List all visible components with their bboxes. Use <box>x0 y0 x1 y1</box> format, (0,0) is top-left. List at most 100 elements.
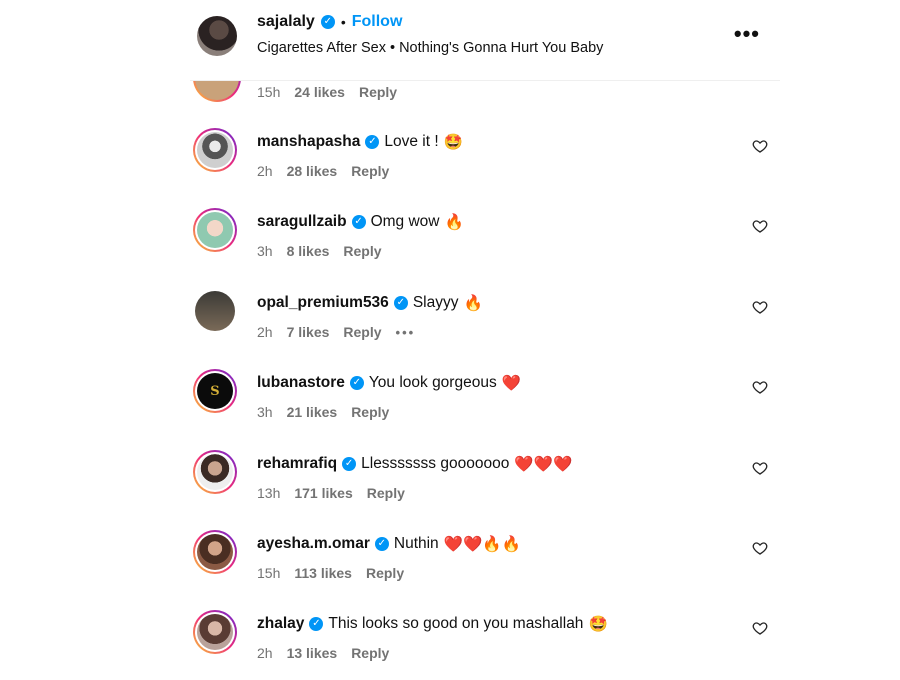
like-heart-icon[interactable] <box>752 460 768 476</box>
author-username[interactable]: sajalaly <box>257 13 315 31</box>
comment-meta: 3h 21 likes Reply <box>257 404 389 420</box>
comment-likes[interactable]: 7 likes <box>287 324 330 340</box>
comment-body: ayesha.m.omar ✓ Nuthin ❤️❤️🔥🔥 <box>257 535 521 553</box>
verified-badge-icon: ✓ <box>320 15 335 29</box>
avatar-image <box>197 534 233 570</box>
comment-time: 15h <box>257 565 281 581</box>
avatar-image <box>197 212 233 248</box>
verified-badge-icon: ✓ <box>374 537 389 551</box>
comment-likes[interactable]: 28 likes <box>287 163 338 179</box>
comment-body: rehamrafiq ✓ Llesssssss gooooooo ❤️❤️❤️ <box>257 455 572 473</box>
comment-likes[interactable]: 24 likes <box>294 84 345 100</box>
comment-item: manshapasha ✓ Love it ! 🤩 2h 28 likes Rep… <box>190 128 780 198</box>
comment-emoji: ❤️❤️🔥🔥 <box>443 535 521 553</box>
avatar-image: S <box>197 373 233 409</box>
comment-body: opal_premium536 ✓ Slayyy 🔥 <box>257 294 483 312</box>
comment-meta: 13h 171 likes Reply <box>257 485 405 501</box>
comment-meta: 2h 28 likes Reply <box>257 163 389 179</box>
reply-button[interactable]: Reply <box>351 645 389 661</box>
comment-text: Llesssssss gooooooo <box>361 455 510 472</box>
avatar-image <box>197 614 233 650</box>
reply-button[interactable]: Reply <box>343 243 381 259</box>
commenter-username[interactable]: opal_premium536 <box>257 294 389 312</box>
like-heart-icon[interactable] <box>752 218 768 234</box>
follow-button[interactable]: Follow <box>352 13 403 31</box>
commenter-username[interactable]: manshapasha <box>257 133 360 151</box>
post-header: sajalaly ✓ • Follow Cigarettes After Sex… <box>190 0 780 81</box>
avatar-monogram: S <box>210 383 220 399</box>
like-heart-icon[interactable] <box>752 540 768 556</box>
separator-dot: • <box>340 14 346 30</box>
comment-text: Omg wow <box>370 213 440 230</box>
more-options-icon[interactable]: ••• <box>734 23 760 45</box>
comment-emoji: 🤩 <box>443 133 463 151</box>
verified-badge-icon: ✓ <box>365 135 380 149</box>
like-heart-icon[interactable] <box>752 620 768 636</box>
reply-button[interactable]: Reply <box>351 404 389 420</box>
comment-options-icon[interactable]: ••• <box>396 325 416 340</box>
verified-badge-icon: ✓ <box>351 215 366 229</box>
comment-body: saragullzaib ✓ Omg wow 🔥 <box>257 213 464 231</box>
reply-button[interactable]: Reply <box>343 324 381 340</box>
author-avatar[interactable] <box>197 16 237 56</box>
comment-text: This looks so good on you mashallah <box>328 615 584 632</box>
commenter-username[interactable]: ayesha.m.omar <box>257 535 370 553</box>
comment-item: opal_premium536 ✓ Slayyy 🔥 2h 7 likes Rep… <box>190 289 780 359</box>
commenter-avatar[interactable] <box>193 450 237 494</box>
comment-likes[interactable]: 13 likes <box>287 645 338 661</box>
verified-badge-icon: ✓ <box>393 296 408 310</box>
comment-likes[interactable]: 171 likes <box>294 485 352 501</box>
comment-time: 2h <box>257 163 273 179</box>
comment-emoji: 🤩 <box>588 615 608 633</box>
verified-badge-icon: ✓ <box>342 457 357 471</box>
comment-text: You look gorgeous <box>368 374 497 391</box>
reply-button[interactable]: Reply <box>351 163 389 179</box>
comment-text: Love it ! <box>384 133 439 150</box>
verified-badge-icon: ✓ <box>349 376 364 390</box>
comment-item: zhalay ✓ This looks so good on you masha… <box>190 610 780 680</box>
comment-meta: 15h 24 likes Reply <box>257 84 397 100</box>
reply-button[interactable]: Reply <box>359 84 397 100</box>
avatar-image <box>197 454 233 490</box>
commenter-username[interactable]: saragullzaib <box>257 213 347 231</box>
commenter-avatar[interactable] <box>193 289 237 333</box>
commenter-username[interactable]: lubanastore <box>257 374 345 392</box>
commenter-avatar[interactable] <box>193 128 237 172</box>
comment-likes[interactable]: 8 likes <box>287 243 330 259</box>
commenter-avatar[interactable]: S <box>193 369 237 413</box>
author-row: sajalaly ✓ • Follow <box>257 13 402 31</box>
comment-meta: 2h 13 likes Reply <box>257 645 389 661</box>
like-heart-icon[interactable] <box>752 299 768 315</box>
comment-meta: 3h 8 likes Reply <box>257 243 382 259</box>
comment-body: zhalay ✓ This looks so good on you masha… <box>257 615 608 633</box>
comment-time: 15h <box>257 84 281 100</box>
comment-meta: 2h 7 likes Reply ••• <box>257 324 415 340</box>
comment-text: Nuthin <box>393 535 439 552</box>
comment-meta: 15h 113 likes Reply <box>257 565 404 581</box>
comment-emoji: ❤️❤️❤️ <box>514 455 573 473</box>
comment-item: rehamrafiq ✓ Llesssssss gooooooo ❤️❤️❤️ 1… <box>190 450 780 520</box>
comment-likes[interactable]: 113 likes <box>294 565 352 581</box>
comment-time: 3h <box>257 243 273 259</box>
commenter-username[interactable]: rehamrafiq <box>257 455 337 473</box>
commenter-avatar[interactable] <box>193 208 237 252</box>
comment-emoji: 🔥 <box>444 213 464 231</box>
verified-badge-icon: ✓ <box>309 617 324 631</box>
like-heart-icon[interactable] <box>752 138 768 154</box>
comment-emoji: 🔥 <box>463 294 483 312</box>
commenter-avatar[interactable] <box>193 530 237 574</box>
comment-time: 13h <box>257 485 281 501</box>
audio-track-link[interactable]: Cigarettes After Sex • Nothing's Gonna H… <box>257 40 603 56</box>
comment-time: 3h <box>257 404 273 420</box>
commenter-username[interactable]: zhalay <box>257 615 304 633</box>
comment-body: lubanastore ✓ You look gorgeous ❤️ <box>257 374 521 392</box>
commenter-avatar[interactable] <box>193 610 237 654</box>
comment-likes[interactable]: 21 likes <box>287 404 338 420</box>
reply-button[interactable]: Reply <box>367 485 405 501</box>
comment-item: S lubanastore ✓ You look gorgeous ❤️ 3h 2… <box>190 369 780 439</box>
like-heart-icon[interactable] <box>752 379 768 395</box>
avatar-image <box>195 291 235 331</box>
reply-button[interactable]: Reply <box>366 565 404 581</box>
comment-item: ayesha.m.omar ✓ Nuthin ❤️❤️🔥🔥 15h 113 lik… <box>190 530 780 600</box>
comment-text: Slayyy <box>412 294 459 311</box>
